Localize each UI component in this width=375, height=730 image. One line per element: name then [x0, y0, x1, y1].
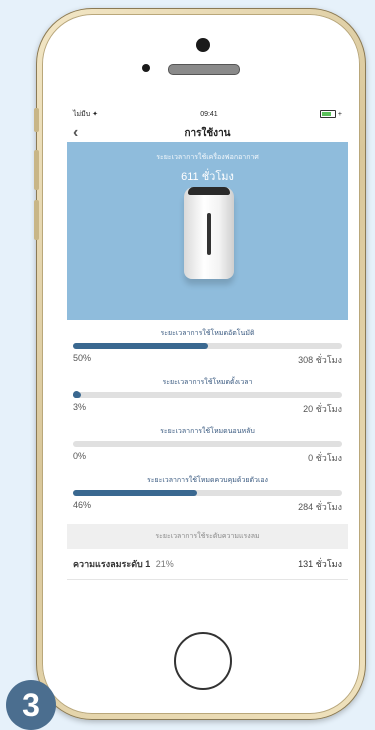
usage-bar-track [73, 441, 342, 447]
front-camera [196, 38, 210, 52]
battery-icon [319, 110, 336, 118]
purifier-top-panel [188, 187, 230, 195]
fan-level-row[interactable]: ความแรงลมระดับ 1 21% 131 ชั่วโมง [67, 549, 348, 580]
usage-percent: 46% [73, 500, 92, 510]
usage-meta: 46% 284 ชั่วโมง [73, 500, 342, 514]
usage-percent: 3% [73, 402, 87, 412]
clock: 09:41 [200, 110, 218, 118]
usage-meta: 50% 308 ชั่วโมง [73, 353, 342, 367]
home-button[interactable] [174, 632, 232, 690]
usage-hours: 0 ชั่วโมง [308, 453, 342, 463]
usage-bar-track [73, 391, 342, 398]
usage-title: ระยะเวลาการใช้โหมดควบคุมด้วยตัวเอง [147, 477, 268, 484]
usage-item-timer: ระยะเวลาการใช้โหมดตั้งเวลา 3% 20 ชั่วโมง [73, 377, 342, 416]
volume-up-button [34, 150, 39, 190]
usage-title: ระยะเวลาการใช้โหมดตั้งเวลา [162, 379, 253, 386]
usage-bar-fill [73, 490, 197, 496]
charging-icon: + [337, 110, 342, 118]
nav-bar: ‹ การใช้งาน [67, 124, 348, 142]
usage-percent: 50% [73, 353, 92, 363]
back-chevron-icon[interactable]: ‹ [73, 125, 78, 141]
page-title: การใช้งาน [184, 127, 231, 139]
usage-item-sleep: ระยะเวลาการใช้โหมดนอนหลับ 0% 0 ชั่วโมง [73, 426, 342, 465]
fan-level-hours: 131 ชั่วโมง [298, 559, 342, 569]
usage-title: ระยะเวลาการใช้โหมดนอนหลับ [160, 428, 255, 435]
usage-bar-track [73, 343, 342, 349]
app-screen: ไม่มีบ ✦ 09:41 + ‹ การใช้งาน ระยะเวลาการ… [67, 104, 348, 624]
fan-level-percent: 21% [155, 559, 174, 569]
total-usage-hours: 611 ชั่วโมง [181, 171, 234, 183]
mute-switch [34, 108, 39, 132]
usage-meta: 3% 20 ชั่วโมง [73, 402, 342, 416]
status-bar: ไม่มีบ ✦ 09:41 + [67, 104, 348, 124]
usage-list: ระยะเวลาการใช้โหมดอัตโนมัติ 50% 308 ชั่ว… [67, 320, 348, 514]
usage-hours: 284 ชั่วโมง [298, 502, 342, 512]
usage-item-manual: ระยะเวลาการใช้โหมดควบคุมด้วยตัวเอง 46% 2… [73, 475, 342, 514]
fan-level-label: ความแรงลมระดับ 1 21% [73, 557, 174, 571]
usage-hours: 308 ชั่วโมง [298, 355, 342, 365]
carrier-label: ไม่มีบ ✦ [73, 110, 99, 118]
usage-percent: 0% [73, 451, 87, 461]
purifier-light-slot [207, 213, 211, 255]
battery-indicator: + [319, 110, 342, 118]
fan-level-section-header: ระยะเวลาการใช้ระดับความแรงลม [67, 524, 348, 549]
usage-bar-marker [73, 391, 80, 398]
usage-item-auto: ระยะเวลาการใช้โหมดอัตโนมัติ 50% 308 ชั่ว… [73, 328, 342, 367]
air-purifier-image [184, 187, 234, 279]
usage-meta: 0% 0 ชั่วโมง [73, 451, 342, 465]
volume-down-button [34, 200, 39, 240]
earpiece-speaker [168, 64, 240, 75]
step-badge: 3 [6, 680, 56, 730]
total-usage-caption: ระยะเวลาการใช้เครื่องฟอกอากาศ [156, 154, 259, 161]
usage-title: ระยะเวลาการใช้โหมดอัตโนมัติ [160, 330, 255, 337]
usage-bar-fill [73, 343, 208, 349]
usage-bar-track [73, 490, 342, 496]
hero-panel: ระยะเวลาการใช้เครื่องฟอกอากาศ 611 ชั่วโม… [67, 142, 348, 320]
usage-hours: 20 ชั่วโมง [303, 404, 342, 414]
proximity-sensor [142, 64, 150, 72]
fan-level-name: ความแรงลมระดับ 1 [73, 559, 151, 569]
